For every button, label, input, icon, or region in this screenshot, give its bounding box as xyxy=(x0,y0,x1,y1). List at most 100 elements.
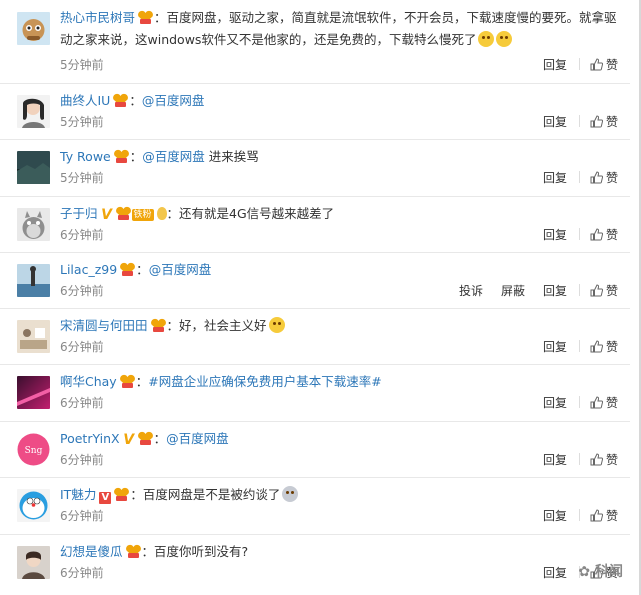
like-button[interactable]: 赞 xyxy=(606,284,618,298)
username[interactable]: 子于归 xyxy=(60,206,98,221)
member-badge-icon xyxy=(119,373,136,388)
thumbs-up-icon[interactable] xyxy=(590,115,604,128)
username[interactable]: 热心市民树哥 xyxy=(60,10,135,25)
avatar[interactable] xyxy=(17,546,50,579)
member-badge-icon xyxy=(125,543,142,558)
like-button[interactable]: 赞 xyxy=(606,115,618,129)
timestamp: 5分钟前 xyxy=(60,115,104,129)
block-button[interactable]: 屏蔽 xyxy=(501,284,525,298)
mention-link[interactable]: @百度网盘 xyxy=(142,149,205,164)
topic-link[interactable]: #网盘企业应确保免费用户基本下载速率# xyxy=(148,374,381,389)
thumbs-up-icon[interactable] xyxy=(590,284,604,297)
verified-v-icon: V xyxy=(123,432,135,448)
thumbs-up-icon[interactable] xyxy=(590,340,604,353)
emoji-icon xyxy=(478,31,495,47)
reply-button[interactable]: 回复 xyxy=(543,566,567,580)
comment-text: 好，社会主义好 xyxy=(179,318,267,333)
comment-item: 宋清圆与何田田 ：好，社会主义好 6分钟前 回复赞 xyxy=(0,309,630,365)
emoji-icon xyxy=(496,31,513,47)
thumbs-up-icon[interactable] xyxy=(590,396,604,409)
like-button[interactable]: 赞 xyxy=(606,58,618,72)
thumbs-up-icon[interactable] xyxy=(590,509,604,522)
reply-button[interactable]: 回复 xyxy=(543,340,567,354)
member-badge-icon xyxy=(115,205,132,220)
reply-button[interactable]: 回复 xyxy=(543,453,567,467)
member-badge-icon xyxy=(137,9,154,24)
reply-button[interactable]: 回复 xyxy=(543,115,567,129)
comment-text: 还有就是4G信号越来越差了 xyxy=(179,206,335,221)
thumbs-up-icon[interactable] xyxy=(590,453,604,466)
member-badge-icon xyxy=(113,486,130,501)
svg-text:Sng: Sng xyxy=(25,446,43,456)
username[interactable]: 啊华Chay xyxy=(60,374,117,389)
mention-link[interactable]: @百度网盘 xyxy=(142,93,205,108)
username[interactable]: 幻想是傻瓜 xyxy=(60,544,123,559)
timestamp: 6分钟前 xyxy=(60,453,104,467)
member-badge-icon xyxy=(137,430,154,445)
timestamp: 5分钟前 xyxy=(60,171,104,185)
like-button[interactable]: 赞 xyxy=(606,396,618,410)
thumbs-up-icon[interactable] xyxy=(590,171,604,184)
member-badge-icon xyxy=(150,317,167,332)
timestamp: 6分钟前 xyxy=(60,228,104,242)
reply-button[interactable]: 回复 xyxy=(543,171,567,185)
avatar[interactable] xyxy=(17,151,50,184)
comment-item: IT魅力 V ：百度网盘是不是被约谈了 6分钟前 回复赞 xyxy=(0,478,630,535)
mention-link[interactable]: @百度网盘 xyxy=(166,431,229,446)
comment-item: Sng PoetrYinX V ：@百度网盘 6分钟前 回复赞 xyxy=(0,422,630,478)
comment-text: 百度你听到没有? xyxy=(154,544,249,559)
timestamp: 6分钟前 xyxy=(60,566,104,580)
reply-button[interactable]: 回复 xyxy=(543,58,567,72)
verified-v-icon: V xyxy=(101,207,112,223)
member-badge-icon xyxy=(112,92,129,107)
timestamp: 6分钟前 xyxy=(60,284,104,298)
like-button[interactable]: 赞 xyxy=(606,509,618,523)
avatar[interactable] xyxy=(17,376,50,409)
member-badge-icon xyxy=(113,148,130,163)
username[interactable]: Ty Rowe xyxy=(60,149,111,164)
reply-button[interactable]: 回复 xyxy=(543,396,567,410)
comment-item: 子于归 V 铁粉 ：还有就是4G信号越来越差了 6分钟前 回复赞 xyxy=(0,197,630,253)
wechat-icon: ✿ xyxy=(578,564,591,580)
comment-item: 啊华Chay ：#网盘企业应确保免费用户基本下载速率# 6分钟前 回复赞 xyxy=(0,365,630,422)
comment-item: Lilac_z99 ：@百度网盘 6分钟前 投诉 屏蔽 回复赞 xyxy=(0,253,630,309)
comment-item: 热心市民树哥 ：百度网盘，驱动之家，简直就是流氓软件，不开会员，下载速度慢的要死。… xyxy=(0,0,630,84)
reply-button[interactable]: 回复 xyxy=(543,509,567,523)
verified-v-icon: V xyxy=(99,492,112,504)
thumbs-up-icon[interactable] xyxy=(590,228,604,241)
like-button[interactable]: 赞 xyxy=(606,340,618,354)
avatar[interactable] xyxy=(17,208,50,241)
thumbs-up-icon[interactable] xyxy=(590,58,604,71)
timestamp: 5分钟前 xyxy=(60,58,104,72)
username[interactable]: 曲终人IU xyxy=(60,93,110,108)
timestamp: 6分钟前 xyxy=(60,340,104,354)
reply-button[interactable]: 回复 xyxy=(543,228,567,242)
mention-link[interactable]: @百度网盘 xyxy=(149,262,212,277)
like-button[interactable]: 赞 xyxy=(606,171,618,185)
fans-badge: 铁粉 xyxy=(131,209,154,221)
watermark: ✿ 科闻 xyxy=(578,564,623,580)
reply-button[interactable]: 回复 xyxy=(543,284,567,298)
comment-item: 幻想是傻瓜 ：百度你听到没有? 6分钟前 回复赞 xyxy=(0,535,630,595)
comment-item: 曲终人IU ：@百度网盘 5分钟前 回复赞 xyxy=(0,84,630,140)
username[interactable]: PoetrYinX xyxy=(60,431,120,446)
emoji-icon xyxy=(282,486,299,502)
like-button[interactable]: 赞 xyxy=(606,453,618,467)
report-button[interactable]: 投诉 xyxy=(459,284,483,298)
username[interactable]: IT魅力 xyxy=(60,487,96,502)
emoji-icon xyxy=(268,317,285,333)
avatar[interactable] xyxy=(17,320,50,353)
avatar[interactable] xyxy=(17,264,50,297)
avatar[interactable] xyxy=(17,95,50,128)
username[interactable]: Lilac_z99 xyxy=(60,262,117,277)
member-badge-icon xyxy=(119,261,136,276)
username[interactable]: 宋清圆与何田田 xyxy=(60,318,148,333)
avatar[interactable] xyxy=(17,12,50,45)
timestamp: 6分钟前 xyxy=(60,396,104,410)
timestamp: 6分钟前 xyxy=(60,509,104,523)
avatar[interactable] xyxy=(17,489,50,522)
avatar[interactable]: Sng xyxy=(17,433,50,466)
like-button[interactable]: 赞 xyxy=(606,228,618,242)
comment-text: 百度网盘是不是被约谈了 xyxy=(142,487,281,502)
comment-item: Ty Rowe ：@百度网盘 进来挨骂 5分钟前 回复赞 xyxy=(0,140,630,197)
